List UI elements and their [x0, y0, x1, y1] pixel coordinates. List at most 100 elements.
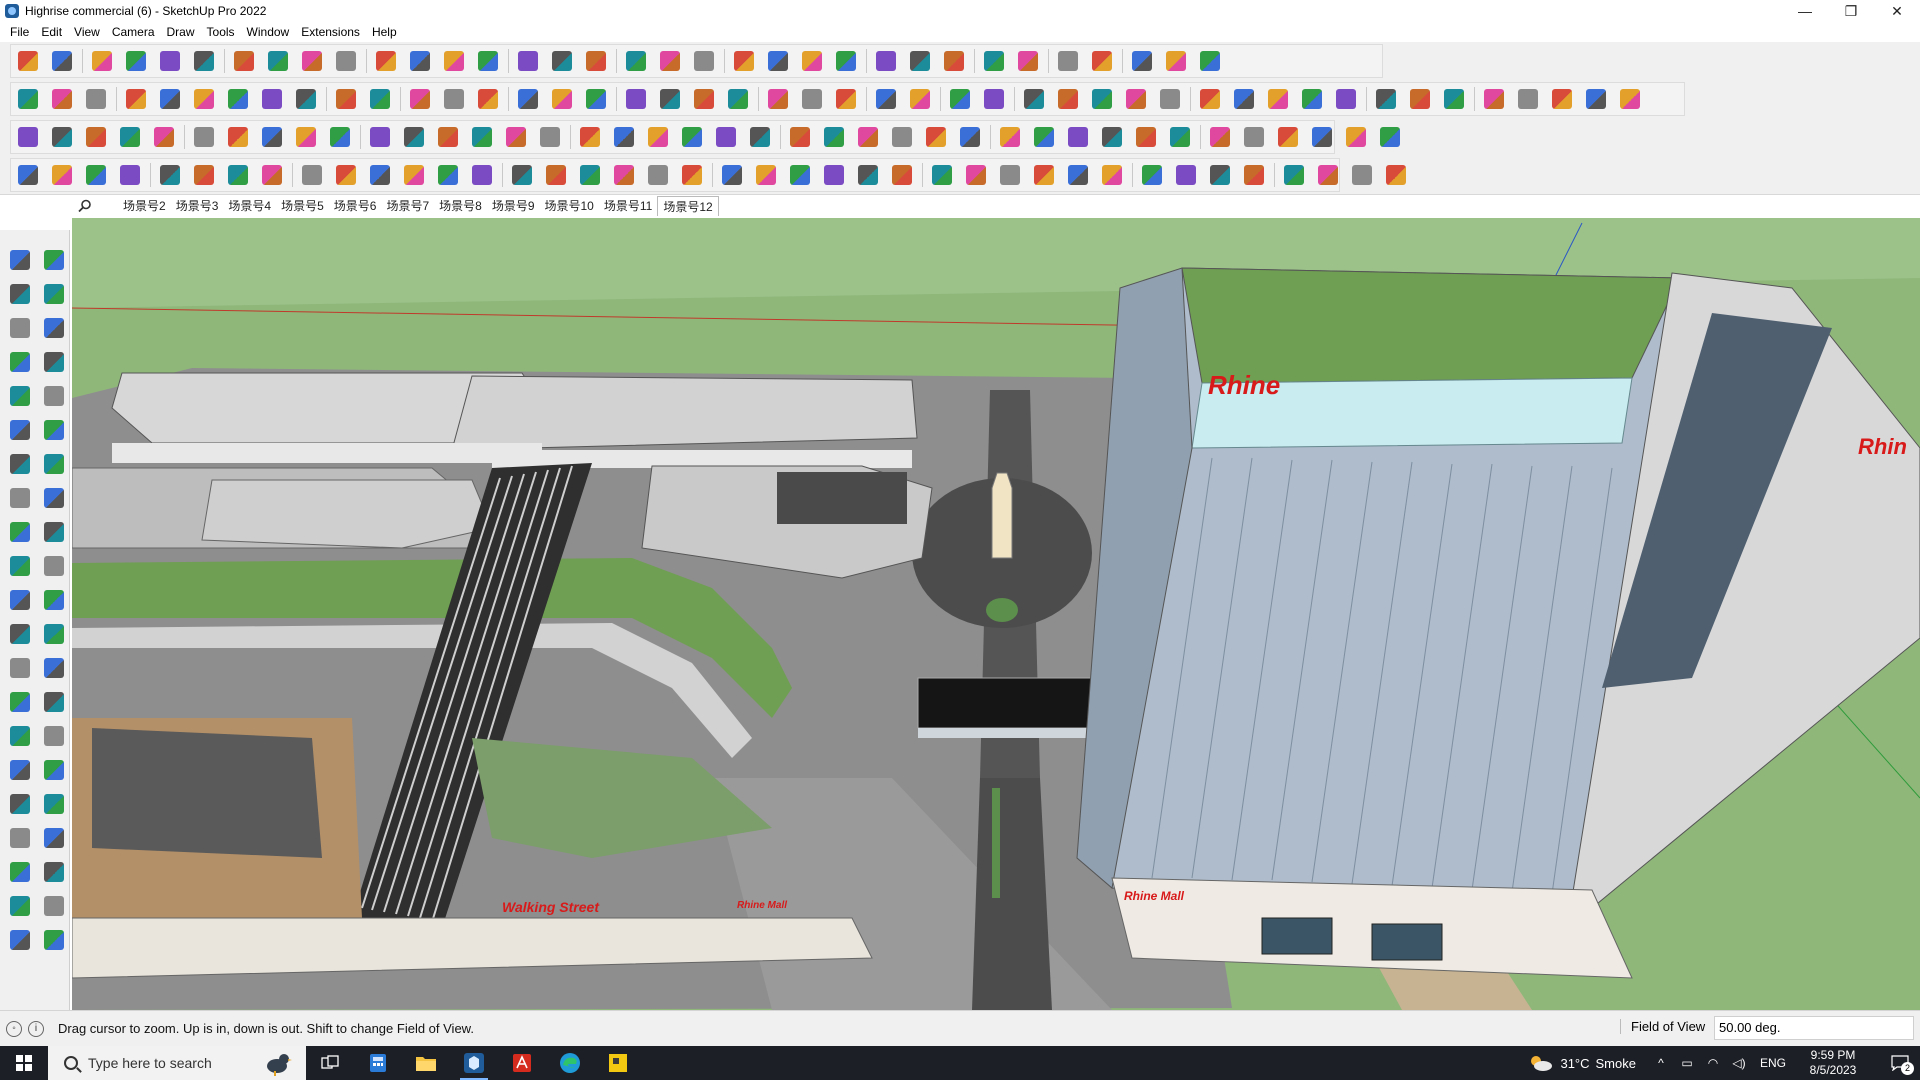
weather-widget[interactable]: 31°C Smoke	[1528, 1053, 1636, 1073]
info-icon[interactable]: i	[28, 1020, 44, 1037]
toolbar-r4-tool-28-button[interactable]	[962, 161, 989, 189]
toolbar-r3-tool-36-button[interactable]	[1240, 123, 1267, 151]
toolbar-r3-tool-38-button[interactable]	[1308, 123, 1335, 151]
toolbar-r1-tool-8-button[interactable]	[264, 47, 291, 75]
toolbar-r4-tool-10-button[interactable]	[332, 161, 359, 189]
model-viewport[interactable]: Walking Street Rhine Mall Rhine Rhin Rhi…	[72, 218, 1920, 1010]
taskbar-search[interactable]: Type here to search	[48, 1046, 306, 1080]
toolbar-r1-tool-16-button[interactable]	[548, 47, 575, 75]
tool-pie-button[interactable]	[40, 450, 68, 478]
tool-three-point-arc-button[interactable]	[40, 484, 68, 512]
toolbar-r2-tool-9-button[interactable]	[292, 85, 319, 113]
toolbar-r2-tool-5-button[interactable]	[156, 85, 183, 113]
toolbar-r4-tool-23-button[interactable]	[786, 161, 813, 189]
toolbar-r4-tool-35-button[interactable]	[1206, 161, 1233, 189]
tool-walk-button[interactable]	[6, 824, 34, 852]
toolbar-r3-tool-25-button[interactable]	[854, 123, 881, 151]
toolbar-r2-tool-38-button[interactable]	[1332, 85, 1359, 113]
toolbar-r4-tool-39-button[interactable]	[1348, 161, 1375, 189]
menu-draw[interactable]: Draw	[161, 22, 201, 42]
tool-push-pull-button[interactable]	[40, 518, 68, 546]
toolbar-r2-tool-43-button[interactable]	[1514, 85, 1541, 113]
battery-icon[interactable]: ▭	[1676, 1056, 1698, 1070]
toolbar-r1-tool-23-button[interactable]	[798, 47, 825, 75]
tool-circle-button[interactable]	[6, 416, 34, 444]
toolbar-r2-tool-41-button[interactable]	[1440, 85, 1467, 113]
tool-freehand-button[interactable]	[40, 348, 68, 376]
toolbar-r4-tool-21-button[interactable]	[718, 161, 745, 189]
close-button[interactable]: ✕	[1874, 0, 1920, 22]
toolbar-r4-tool-29-button[interactable]	[996, 161, 1023, 189]
toolbar-r3-tool-9-button[interactable]	[292, 123, 319, 151]
toolbar-r3-tool-6-button[interactable]	[190, 123, 217, 151]
toolbar-r2-tool-21-button[interactable]	[724, 85, 751, 113]
toolbar-r3-tool-37-button[interactable]	[1274, 123, 1301, 151]
toolbar-r3-tool-39-button[interactable]	[1342, 123, 1369, 151]
toolbar-r3-tool-16-button[interactable]	[536, 123, 563, 151]
menu-tools[interactable]: Tools	[201, 22, 241, 42]
menu-file[interactable]: File	[4, 22, 35, 42]
tool-rectangle-button[interactable]	[6, 382, 34, 410]
toolbar-r4-tool-37-button[interactable]	[1280, 161, 1307, 189]
toolbar-r2-tool-7-button[interactable]	[224, 85, 251, 113]
chevron-up-icon[interactable]: ^	[1650, 1056, 1672, 1070]
acrobat-app-icon[interactable]	[498, 1046, 546, 1080]
scene-tab-6[interactable]: 场景号6	[329, 196, 382, 216]
tool-scale-button[interactable]	[6, 586, 34, 614]
file-explorer-icon[interactable]	[402, 1046, 450, 1080]
toolbar-r2-tool-28-button[interactable]	[980, 85, 1007, 113]
toolbar-r3-tool-7-button[interactable]	[224, 123, 251, 151]
toolbar-r4-tool-4-button[interactable]	[116, 161, 143, 189]
tool-select-button[interactable]	[6, 246, 34, 274]
tool-rotated-rectangle-button[interactable]	[40, 382, 68, 410]
toolbar-r2-tool-37-button[interactable]	[1298, 85, 1325, 113]
toolbar-r3-tool-5-button[interactable]	[150, 123, 177, 151]
toolbar-r2-tool-26-button[interactable]	[906, 85, 933, 113]
toolbar-r2-tool-32-button[interactable]	[1122, 85, 1149, 113]
tool-position-camera-button[interactable]	[6, 858, 34, 886]
toolbar-r4-tool-2-button[interactable]	[48, 161, 75, 189]
toolbar-r3-tool-18-button[interactable]	[610, 123, 637, 151]
toolbar-r2-tool-36-button[interactable]	[1264, 85, 1291, 113]
toolbar-r2-tool-11-button[interactable]	[366, 85, 393, 113]
edge-browser-icon[interactable]	[546, 1046, 594, 1080]
toolbar-r2-tool-33-button[interactable]	[1156, 85, 1183, 113]
toolbar-r4-tool-31-button[interactable]	[1064, 161, 1091, 189]
toolbar-r2-tool-35-button[interactable]	[1230, 85, 1257, 113]
toolbar-r1-tool-17-button[interactable]	[582, 47, 609, 75]
toolbar-r3-tool-3-button[interactable]	[82, 123, 109, 151]
toolbar-r3-tool-29-button[interactable]	[996, 123, 1023, 151]
toolbar-r3-tool-24-button[interactable]	[820, 123, 847, 151]
toolbar-r3-tool-27-button[interactable]	[922, 123, 949, 151]
toolbar-r4-tool-25-button[interactable]	[854, 161, 881, 189]
toolbar-r2-tool-18-button[interactable]	[622, 85, 649, 113]
scene-tab-7[interactable]: 场景号7	[381, 196, 434, 216]
toolbar-r3-tool-32-button[interactable]	[1098, 123, 1125, 151]
toolbar-r4-tool-11-button[interactable]	[366, 161, 393, 189]
tool-line-button[interactable]	[6, 348, 34, 376]
toolbar-r2-tool-13-button[interactable]	[440, 85, 467, 113]
tool-zoom-window-button[interactable]	[40, 756, 68, 784]
tool-protractor-button[interactable]	[6, 654, 34, 682]
tool-layer-manager-button[interactable]	[6, 926, 34, 954]
toolbar-r2-tool-46-button[interactable]	[1616, 85, 1643, 113]
toolbar-r2-tool-17-button[interactable]	[582, 85, 609, 113]
toolbar-r3-tool-20-button[interactable]	[678, 123, 705, 151]
tool-two-point-arc-button[interactable]	[6, 484, 34, 512]
toolbar-r4-tool-15-button[interactable]	[508, 161, 535, 189]
toolbar-r3-tool-23-button[interactable]	[786, 123, 813, 151]
tool-zoom-extents-button[interactable]	[6, 790, 34, 818]
volume-icon[interactable]: ◁)	[1728, 1056, 1750, 1070]
toolbar-r4-tool-30-button[interactable]	[1030, 161, 1057, 189]
toolbar-r2-tool-40-button[interactable]	[1406, 85, 1433, 113]
toolbar-r3-tool-31-button[interactable]	[1064, 123, 1091, 151]
toolbar-r4-tool-16-button[interactable]	[542, 161, 569, 189]
toolbar-r1-tool-10-button[interactable]	[332, 47, 359, 75]
toolbar-r4-tool-32-button[interactable]	[1098, 161, 1125, 189]
sketchup-taskbar-icon[interactable]	[450, 1046, 498, 1080]
toolbar-r1-tool-29-button[interactable]	[1014, 47, 1041, 75]
tool-pan-button[interactable]	[40, 722, 68, 750]
tool-rotate-button[interactable]	[6, 552, 34, 580]
toolbar-r4-tool-33-button[interactable]	[1138, 161, 1165, 189]
toolbar-r2-tool-15-button[interactable]	[514, 85, 541, 113]
